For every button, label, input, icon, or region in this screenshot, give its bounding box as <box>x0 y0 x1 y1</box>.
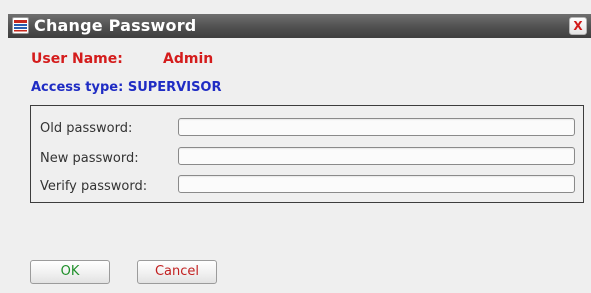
cancel-button[interactable]: Cancel <box>137 260 217 284</box>
app-logo-icon <box>12 17 29 34</box>
change-password-dialog: Change Password X User Name: Admin Acces… <box>0 0 591 293</box>
access-type-text: Access type: SUPERVISOR <box>31 80 222 95</box>
close-button[interactable]: X <box>569 17 587 35</box>
user-name-label: User Name: <box>31 51 123 67</box>
new-password-label: New password: <box>40 151 139 166</box>
new-password-input[interactable] <box>178 147 575 165</box>
old-password-input[interactable] <box>178 118 575 136</box>
old-password-label: Old password: <box>40 121 133 136</box>
ok-button[interactable]: OK <box>30 260 110 284</box>
password-fields-group: Old password: New password: Verify passw… <box>30 105 584 203</box>
title-bar[interactable]: Change Password X <box>8 14 591 38</box>
dialog-title: Change Password <box>34 16 197 35</box>
verify-password-label: Verify password: <box>40 179 148 194</box>
verify-password-input[interactable] <box>178 175 575 193</box>
user-name-value: Admin <box>163 51 214 67</box>
